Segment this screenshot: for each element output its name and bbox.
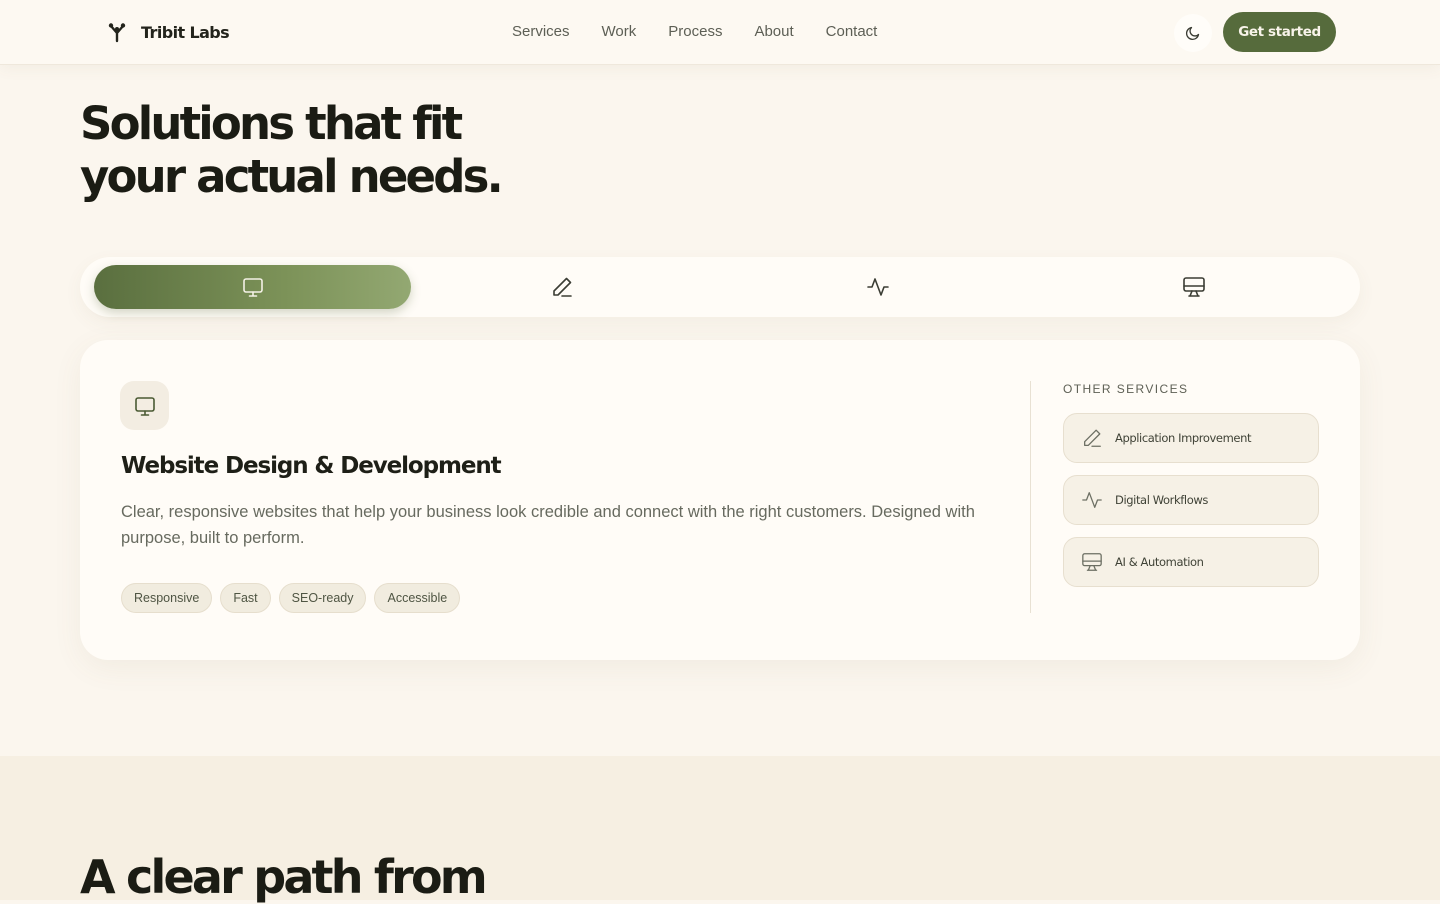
get-started-button[interactable]: Get started <box>1223 12 1336 52</box>
tag-chip: Fast <box>220 583 271 613</box>
monitor-icon <box>242 278 263 297</box>
other-service-label: Digital Workflows <box>1115 493 1208 507</box>
other-service-ai-automation[interactable]: AI & Automation <box>1063 537 1319 587</box>
nav-link-contact[interactable]: Contact <box>826 23 878 41</box>
pen-icon <box>552 277 572 297</box>
tag-chip: Responsive <box>121 583 213 613</box>
activity-icon <box>1082 492 1102 508</box>
service-tags: Responsive Fast SEO-ready Accessible <box>121 583 461 613</box>
service-description: Clear, responsive websites that help you… <box>121 503 975 547</box>
moon-icon <box>1185 26 1200 41</box>
activity-icon <box>866 278 889 296</box>
other-service-application-improvement[interactable]: Application Improvement <box>1063 413 1319 463</box>
service-title: Website Design & Development <box>121 453 502 479</box>
nav-link-process[interactable]: Process <box>668 23 722 41</box>
vertical-divider <box>1030 381 1031 613</box>
page-title-line-2: your actual needs. <box>80 150 504 203</box>
service-icon-badge <box>120 381 169 430</box>
branch-logo-icon <box>108 23 126 43</box>
service-detail-card: Website Design & Development Clear, resp… <box>80 340 1360 660</box>
process-section: A clear path from <box>0 756 1440 904</box>
monitor-icon <box>134 396 155 416</box>
tab-application-improvement[interactable] <box>403 265 720 309</box>
page-title: Solutions that fit your actual needs. <box>80 97 680 203</box>
nav-link-about[interactable]: About <box>754 23 793 41</box>
tab-website-design[interactable] <box>94 265 411 309</box>
other-services-label: OTHER SERVICES <box>1063 382 1189 396</box>
nav-link-services[interactable]: Services <box>512 23 570 41</box>
main-nav: Services Work Process About Contact <box>512 23 877 41</box>
tag-chip: SEO-ready <box>278 583 367 613</box>
service-tabs <box>80 257 1360 317</box>
nav-link-work[interactable]: Work <box>602 23 637 41</box>
site-header: Tribit Labs Services Work Process About … <box>0 0 1440 65</box>
brand-name: Tribit Labs <box>141 22 230 42</box>
theme-toggle-button[interactable] <box>1174 14 1212 52</box>
brand-logo-link[interactable]: Tribit Labs <box>106 20 230 44</box>
other-service-label: AI & Automation <box>1115 555 1204 569</box>
process-section-title: A clear path from <box>80 850 488 904</box>
pen-icon <box>1084 429 1101 447</box>
other-service-label: Application Improvement <box>1115 431 1252 445</box>
other-service-digital-workflows[interactable]: Digital Workflows <box>1063 475 1319 525</box>
presentation-icon <box>1182 277 1205 297</box>
tab-digital-workflows[interactable] <box>719 265 1036 309</box>
page-title-line-1: Solutions that fit <box>80 97 463 150</box>
tag-chip: Accessible <box>374 583 461 613</box>
presentation-icon <box>1082 553 1102 571</box>
tab-ai-automation[interactable] <box>1035 265 1352 309</box>
